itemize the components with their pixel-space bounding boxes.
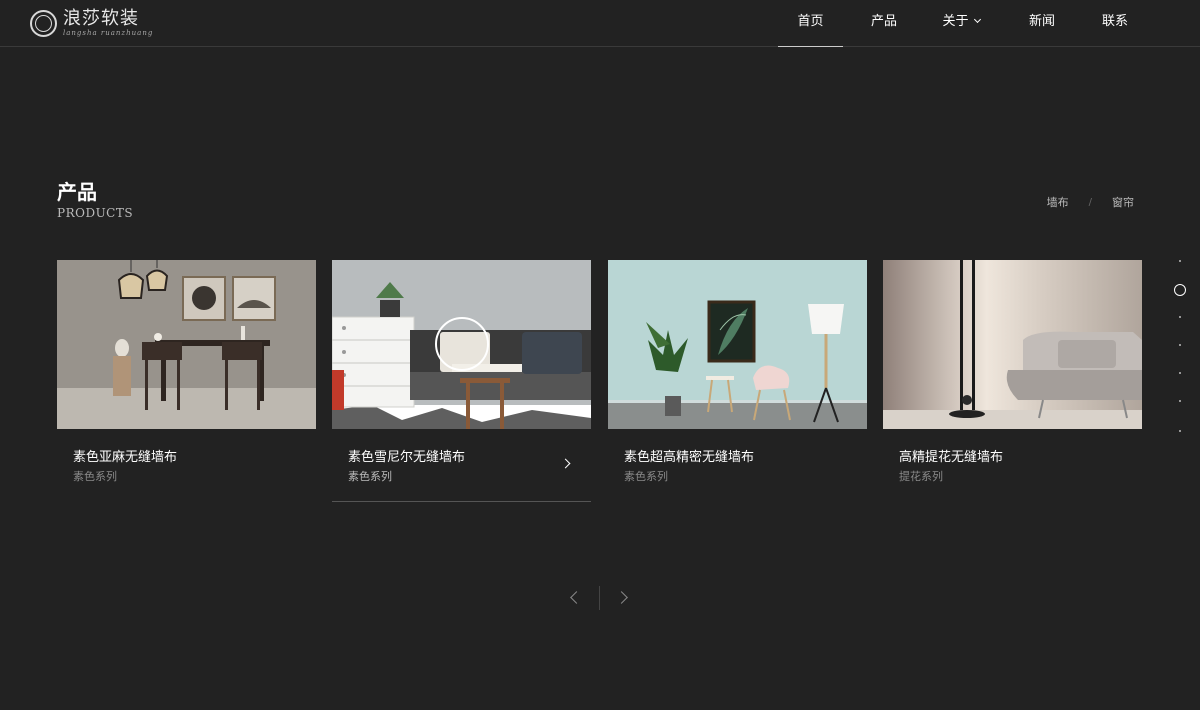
pager-divider bbox=[599, 586, 600, 610]
filter-separator: / bbox=[1088, 196, 1092, 208]
nav-item-contact[interactable]: 联系 bbox=[1095, 0, 1135, 47]
nav-item-home[interactable]: 首页 bbox=[778, 0, 843, 47]
product-category: 素色系列 bbox=[348, 470, 392, 483]
pagination-dot[interactable] bbox=[1179, 316, 1181, 318]
section-title: 产品 bbox=[57, 180, 97, 204]
nav-item-label: 首页 bbox=[797, 14, 824, 29]
product-image bbox=[57, 260, 316, 429]
pagination-dot[interactable] bbox=[1179, 400, 1181, 402]
product-image bbox=[332, 260, 591, 429]
pagination-dot[interactable] bbox=[1179, 430, 1181, 432]
product-name: 素色雪尼尔无缝墙布 bbox=[348, 450, 466, 465]
nav-item-label: 关于 bbox=[942, 14, 969, 29]
nav-item-label: 联系 bbox=[1101, 14, 1128, 29]
brand-logo[interactable]: 浪莎软装 langsha ruanzhuang bbox=[30, 7, 153, 39]
filter-curtain[interactable]: 窗帘 bbox=[1112, 194, 1134, 210]
pagination-dot[interactable] bbox=[1179, 372, 1181, 374]
section-subtitle: PRODUCTS bbox=[57, 206, 134, 220]
category-filters: 墙布 / 窗帘 bbox=[1047, 194, 1134, 210]
product-name: 素色亚麻无缝墙布 bbox=[73, 450, 178, 465]
pagination-dot[interactable] bbox=[1179, 260, 1181, 262]
filter-wallcloth[interactable]: 墙布 bbox=[1047, 194, 1069, 210]
nav-item-products[interactable]: 产品 bbox=[864, 0, 904, 47]
logo-text: 浪莎软装 langsha ruanzhuang bbox=[63, 7, 154, 38]
product-name: 素色超高精密无缝墙布 bbox=[624, 450, 755, 465]
nav-item-label: 产品 bbox=[870, 14, 897, 29]
brand-name-cn: 浪莎软装 bbox=[63, 7, 139, 29]
chevron-down-icon bbox=[973, 15, 981, 24]
chevron-right-icon[interactable] bbox=[615, 591, 628, 604]
brand-name-en: langsha ruanzhuang bbox=[63, 28, 154, 37]
nav-item-news[interactable]: 新闻 bbox=[1022, 0, 1062, 47]
vertical-pagination bbox=[1174, 258, 1186, 436]
carousel-pager bbox=[560, 586, 640, 610]
product-card[interactable]: 素色超高精密无缝墙布 素色系列 bbox=[608, 260, 867, 502]
site-header: 浪莎软装 langsha ruanzhuang 首页 产品 关于 新闻 联系 bbox=[0, 0, 1200, 47]
chevron-left-icon[interactable] bbox=[570, 591, 583, 604]
product-card[interactable]: 素色雪尼尔无缝墙布 素色系列 bbox=[332, 260, 591, 502]
product-image bbox=[608, 260, 867, 429]
product-category: 提花系列 bbox=[899, 470, 943, 483]
product-name: 高精提花无缝墙布 bbox=[899, 450, 1004, 465]
logo-emblem-icon bbox=[30, 9, 57, 37]
nav-item-label: 新闻 bbox=[1028, 14, 1055, 29]
pagination-dot-active[interactable] bbox=[1174, 284, 1186, 296]
product-card[interactable]: 高精提花无缝墙布 提花系列 bbox=[883, 260, 1142, 502]
nav-item-about[interactable]: 关于 bbox=[936, 0, 986, 47]
product-category: 素色系列 bbox=[73, 470, 117, 483]
pagination-dot[interactable] bbox=[1179, 344, 1181, 346]
product-card[interactable]: 素色亚麻无缝墙布 素色系列 bbox=[57, 260, 316, 502]
product-image bbox=[883, 260, 1142, 429]
product-category: 素色系列 bbox=[624, 470, 668, 483]
chevron-right-icon[interactable] bbox=[560, 458, 571, 469]
